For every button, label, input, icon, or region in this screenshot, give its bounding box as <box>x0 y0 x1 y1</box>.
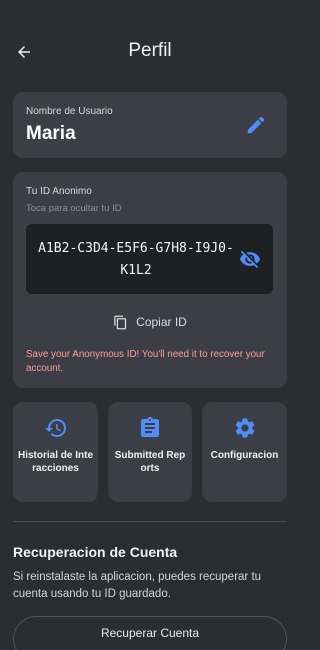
anonymous-id-card: Tu ID Anonimo Toca para ocultar tu ID A1… <box>13 172 287 388</box>
clipboard-icon <box>141 417 159 437</box>
interaction-history-label: Historial de Interacciones <box>17 450 93 474</box>
recovery-section-title: Recuperacion de Cuenta <box>13 544 178 560</box>
copy-icon <box>114 315 127 329</box>
page-title: Perfil <box>128 40 172 61</box>
eye-off-icon <box>239 250 261 269</box>
username-label: Nombre de Usuario <box>26 106 113 117</box>
pencil-icon <box>247 116 265 134</box>
gear-icon <box>235 418 254 438</box>
section-divider <box>13 521 287 522</box>
recover-account-label: Recuperar Cuenta <box>100 626 200 640</box>
recovery-description: Si reinstalaste la aplicacion, puedes re… <box>13 571 262 600</box>
anonymous-id-box[interactable]: A1B2-C3D4-E5F6-G7H8-I9J0-K1L2 <box>26 224 273 294</box>
settings-button[interactable]: Configuracion <box>202 402 287 502</box>
anonymous-id-title: Tu ID Anonimo <box>26 186 92 197</box>
submitted-reports-button[interactable]: Submitted Reports <box>108 402 192 502</box>
recover-account-button[interactable]: Recuperar Cuenta <box>13 616 287 650</box>
edit-username-button[interactable] <box>245 114 267 136</box>
save-id-warning: Save your Anonymous ID! You'll need it t… <box>26 349 265 374</box>
username-card: Nombre de Usuario Maria <box>13 92 287 158</box>
username-value: Maria <box>26 123 76 144</box>
copy-id-label: Copiar ID <box>136 315 187 329</box>
anonymous-id-hint: Toca para ocultar tu ID <box>26 203 122 214</box>
toggle-id-visibility-button[interactable] <box>239 248 261 270</box>
history-icon <box>44 419 66 437</box>
top-app-bar: Perfil <box>0 0 300 104</box>
interaction-history-button[interactable]: Historial de Interacciones <box>13 402 98 502</box>
submitted-reports-label: Submitted Reports <box>114 450 186 474</box>
anonymous-id-value: A1B2-C3D4-E5F6-G7H8-I9J0-K1L2 <box>38 241 234 278</box>
settings-label: Configuracion <box>210 450 279 461</box>
copy-id-button[interactable]: Copiar ID <box>13 311 287 333</box>
